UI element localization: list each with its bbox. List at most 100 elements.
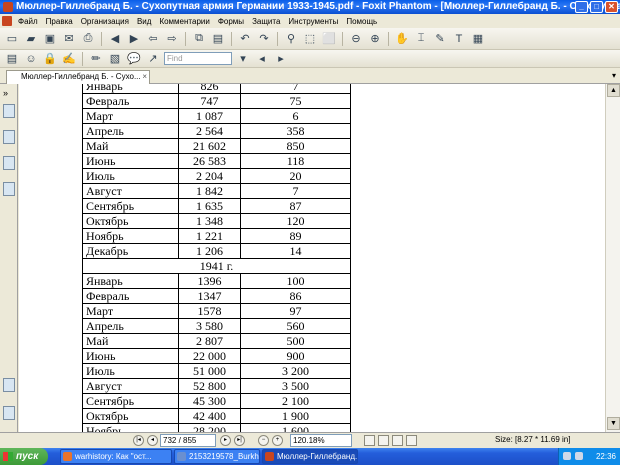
undo-icon[interactable]: ↶: [237, 31, 253, 47]
minimize-button[interactable]: _: [575, 1, 588, 13]
find-prev-icon[interactable]: ◂: [254, 51, 270, 67]
expand-panel-icon[interactable]: »: [3, 88, 15, 98]
back-icon[interactable]: ⇦: [145, 31, 161, 47]
value-a-cell: 1 842: [178, 183, 241, 199]
value-b-cell: 560: [240, 318, 351, 334]
last-page-icon[interactable]: ▸|: [234, 435, 245, 446]
highlight-icon[interactable]: ✎: [432, 31, 448, 47]
value-b-cell: 120: [240, 213, 351, 229]
comment-icon[interactable]: 💬: [126, 51, 142, 67]
table-row: Июнь 22 000 900: [82, 348, 351, 364]
save-icon[interactable]: ▣: [42, 31, 58, 47]
attachments-panel-icon[interactable]: [3, 378, 15, 392]
print-icon[interactable]: ⎙: [80, 31, 96, 47]
tab-list-dropdown-icon[interactable]: ▾: [612, 71, 616, 80]
continuous-facing-icon[interactable]: [406, 435, 417, 446]
find-dropdown-icon[interactable]: ▾: [235, 51, 251, 67]
volume-icon[interactable]: [575, 452, 583, 460]
maximize-button[interactable]: □: [590, 1, 603, 13]
paste-icon[interactable]: ▤: [210, 31, 226, 47]
vertical-scrollbar[interactable]: ▲ ▼: [605, 84, 620, 432]
note-icon[interactable]: ▧: [107, 51, 123, 67]
menu-file[interactable]: Файл: [14, 17, 42, 26]
table-row: Январь 1396 100: [82, 273, 351, 289]
typewriter-icon[interactable]: T: [451, 31, 467, 47]
foxit-window: Мюллер-Гиллебранд Б. - Сухопутная армия …: [0, 0, 620, 465]
value-a-cell: 2 564: [178, 123, 241, 139]
taskbar-item-browser[interactable]: warhistory: Как "ост...: [60, 449, 172, 464]
user-icon[interactable]: ☺: [23, 51, 39, 67]
bookmarks-panel-icon[interactable]: [3, 130, 15, 144]
table-row: Октябрь 42 400 1 900: [82, 408, 351, 424]
find-next-icon[interactable]: ▸: [273, 51, 289, 67]
prev-page-button-icon[interactable]: ◂: [147, 435, 158, 446]
table-row: Июль 51 000 3 200: [82, 363, 351, 379]
menu-organize[interactable]: Организация: [77, 17, 133, 26]
month-cell: Май: [82, 138, 179, 154]
first-page-icon[interactable]: |◂: [133, 435, 144, 446]
table-row: Апрель 3 580 560: [82, 318, 351, 334]
copy-icon[interactable]: ⧉: [191, 31, 207, 47]
next-page-icon[interactable]: ▶: [126, 31, 142, 47]
month-cell: Март: [82, 303, 179, 319]
lock-icon[interactable]: 🔒: [42, 51, 58, 67]
fit-width-icon[interactable]: ⬜: [321, 31, 337, 47]
network-icon[interactable]: [563, 452, 571, 460]
pages-icon[interactable]: ▤: [4, 51, 20, 67]
zoom-out-icon[interactable]: ⊖: [348, 31, 364, 47]
hand-tool-icon[interactable]: ✋: [394, 31, 410, 47]
fit-page-icon[interactable]: ⬚: [302, 31, 318, 47]
scroll-up-icon[interactable]: ▲: [607, 84, 620, 97]
zoom-in-icon[interactable]: ⊕: [367, 31, 383, 47]
menu-tools[interactable]: Инструменты: [284, 17, 342, 26]
toolbar-separator: [277, 31, 278, 46]
prev-page-icon[interactable]: ◀: [107, 31, 123, 47]
value-a-cell: 1578: [178, 303, 241, 319]
value-a-cell: 3 580: [178, 318, 241, 334]
scroll-down-icon[interactable]: ▼: [607, 417, 620, 430]
edit-icon[interactable]: ✏: [88, 51, 104, 67]
menu-protect[interactable]: Защита: [248, 17, 284, 26]
taskbar-item-foxit[interactable]: Мюллер-Гиллебранд...: [262, 449, 358, 464]
email-icon[interactable]: ✉: [61, 31, 77, 47]
next-page-button-icon[interactable]: ▸: [220, 435, 231, 446]
zoom-in-status-icon[interactable]: +: [272, 435, 283, 446]
menu-comments[interactable]: Комментарии: [155, 17, 213, 26]
zoom-out-status-icon[interactable]: −: [258, 435, 269, 446]
document-menu-icon[interactable]: [2, 16, 12, 26]
single-page-icon[interactable]: [364, 435, 375, 446]
find-input[interactable]: Find: [164, 52, 232, 65]
start-label: пуск: [16, 451, 39, 462]
redo-icon[interactable]: ↷: [256, 31, 272, 47]
document-tab[interactable]: Мюллер-Гиллебранд Б. - Сухо... ×: [6, 70, 150, 84]
zoom-icon[interactable]: ⚲: [283, 31, 299, 47]
menu-view[interactable]: Вид: [133, 17, 155, 26]
tab-close-icon[interactable]: ×: [142, 71, 147, 83]
sign-icon[interactable]: ✍: [61, 51, 77, 67]
clock: 22:36: [595, 452, 616, 461]
menu-edit[interactable]: Правка: [42, 17, 77, 26]
snapshot-icon[interactable]: ▦: [470, 31, 486, 47]
close-button[interactable]: ✕: [605, 1, 618, 13]
continuous-icon[interactable]: [378, 435, 389, 446]
pdf-page: Январь 826 7 Февраль 747 75 Март 1 087 6 Апрель 2 …: [19, 84, 605, 432]
layers-panel-icon[interactable]: [3, 182, 15, 196]
zoom-level-field[interactable]: 120.18%: [290, 434, 352, 447]
menu-help[interactable]: Помощь: [342, 17, 381, 26]
comments-panel-icon[interactable]: [3, 406, 15, 420]
menu-forms[interactable]: Формы: [214, 17, 248, 26]
open-folder-icon[interactable]: ▰: [23, 31, 39, 47]
month-cell: Ноябрь: [82, 423, 179, 432]
page-number-field[interactable]: 732 / 855: [160, 434, 216, 447]
new-icon[interactable]: ▭: [4, 31, 20, 47]
arrow-icon[interactable]: ↗: [145, 51, 161, 67]
pages-panel-icon[interactable]: [3, 104, 15, 118]
document-view[interactable]: Январь 826 7 Февраль 747 75 Март 1 087 6 Апрель 2 …: [19, 84, 605, 432]
start-button[interactable]: пуск: [0, 448, 48, 465]
forward-icon[interactable]: ⇨: [164, 31, 180, 47]
select-text-icon[interactable]: ⌶: [413, 31, 429, 47]
table-row: Март 1578 97: [82, 303, 351, 319]
facing-icon[interactable]: [392, 435, 403, 446]
taskbar-item-file[interactable]: 2153219578_Burkhar...: [174, 449, 260, 464]
signatures-panel-icon[interactable]: [3, 156, 15, 170]
